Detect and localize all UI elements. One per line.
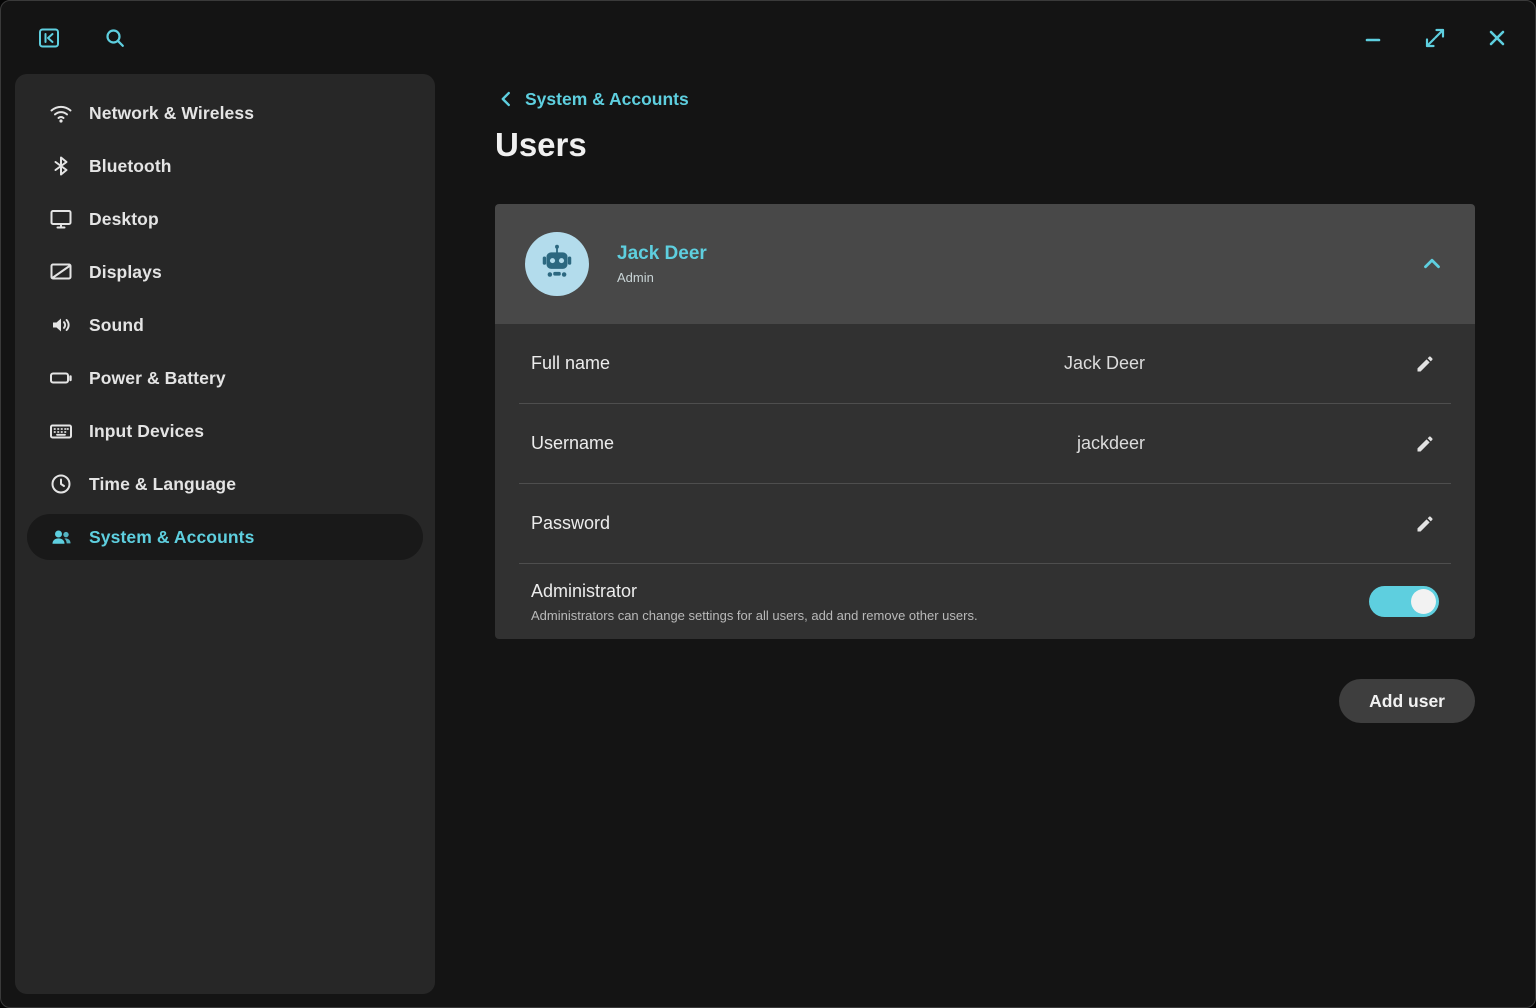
sidebar-item-network-wireless[interactable]: Network & Wireless — [27, 90, 423, 136]
sidebar-item-label: Displays — [89, 262, 162, 283]
edit-password-icon[interactable] — [1411, 510, 1439, 538]
breadcrumb-back-link[interactable]: System & Accounts — [495, 88, 689, 110]
wifi-icon — [49, 101, 73, 125]
breadcrumb-label: System & Accounts — [525, 89, 689, 110]
sidebar-item-time-language[interactable]: Time & Language — [27, 461, 423, 507]
user-name: Jack Deer — [617, 243, 1419, 265]
maximize-icon[interactable] — [1423, 26, 1447, 50]
administrator-label: Administrator — [531, 581, 1369, 602]
sidebar-item-label: Bluetooth — [89, 156, 172, 177]
titlebar — [1, 1, 1535, 74]
sidebar-item-power-battery[interactable]: Power & Battery — [27, 355, 423, 401]
settings-sidebar: Network & Wireless Bluetooth Desktop — [15, 74, 435, 994]
user-card: Jack Deer Admin Full name Jack Deer — [495, 204, 1475, 639]
sidebar-item-bluetooth[interactable]: Bluetooth — [27, 143, 423, 189]
user-card-header[interactable]: Jack Deer Admin — [495, 204, 1475, 324]
minimize-icon[interactable] — [1361, 26, 1385, 50]
add-user-button[interactable]: Add user — [1339, 679, 1475, 723]
page-title: Users — [495, 126, 1475, 164]
main-content: System & Accounts Users — [435, 74, 1535, 1007]
displays-icon — [49, 260, 73, 284]
sidebar-item-system-accounts[interactable]: System & Accounts — [27, 514, 423, 560]
clock-icon — [49, 472, 73, 496]
card-actions: Add user — [495, 679, 1475, 723]
user-role: Admin — [617, 270, 1419, 285]
toggle-knob — [1411, 589, 1436, 614]
close-icon[interactable] — [1485, 26, 1509, 50]
full-name-row: Full name Jack Deer — [495, 324, 1475, 403]
search-icon[interactable] — [103, 26, 127, 50]
sidebar-item-displays[interactable]: Displays — [27, 249, 423, 295]
password-label: Password — [531, 513, 1145, 534]
user-card-body: Full name Jack Deer Username jackdeer — [495, 324, 1475, 639]
username-value: jackdeer — [1077, 433, 1145, 454]
full-name-label: Full name — [531, 353, 1064, 374]
sidebar-item-desktop[interactable]: Desktop — [27, 196, 423, 242]
sidebar-item-label: Power & Battery — [89, 368, 226, 389]
sidebar-item-label: System & Accounts — [89, 527, 254, 548]
sidebar-item-label: Input Devices — [89, 421, 204, 442]
sound-icon — [49, 313, 73, 337]
collapse-chevron-icon[interactable] — [1419, 251, 1445, 277]
administrator-text: Administrator Administrators can change … — [531, 581, 1369, 623]
edit-username-icon[interactable] — [1411, 430, 1439, 458]
full-name-value: Jack Deer — [1064, 353, 1145, 374]
username-label: Username — [531, 433, 1077, 454]
edit-full-name-icon[interactable] — [1411, 350, 1439, 378]
administrator-description: Administrators can change settings for a… — [531, 608, 1369, 623]
users-icon — [49, 525, 73, 549]
sidebar-item-label: Desktop — [89, 209, 159, 230]
sidebar-item-label: Sound — [89, 315, 144, 336]
password-row: Password — [495, 484, 1475, 563]
settings-window: Network & Wireless Bluetooth Desktop — [0, 0, 1536, 1008]
back-chevron-icon — [495, 88, 517, 110]
battery-icon — [49, 366, 73, 390]
admin-toggle[interactable] — [1369, 586, 1439, 617]
keyboard-icon — [49, 419, 73, 443]
sidebar-item-label: Network & Wireless — [89, 103, 254, 124]
bluetooth-icon — [49, 154, 73, 178]
username-row: Username jackdeer — [495, 404, 1475, 483]
app-logo-icon[interactable] — [37, 26, 61, 50]
sidebar-item-label: Time & Language — [89, 474, 236, 495]
administrator-row: Administrator Administrators can change … — [495, 564, 1475, 639]
desktop-icon — [49, 207, 73, 231]
sidebar-item-input-devices[interactable]: Input Devices — [27, 408, 423, 454]
user-meta: Jack Deer Admin — [617, 243, 1419, 285]
sidebar-item-sound[interactable]: Sound — [27, 302, 423, 348]
robot-avatar — [525, 232, 589, 296]
